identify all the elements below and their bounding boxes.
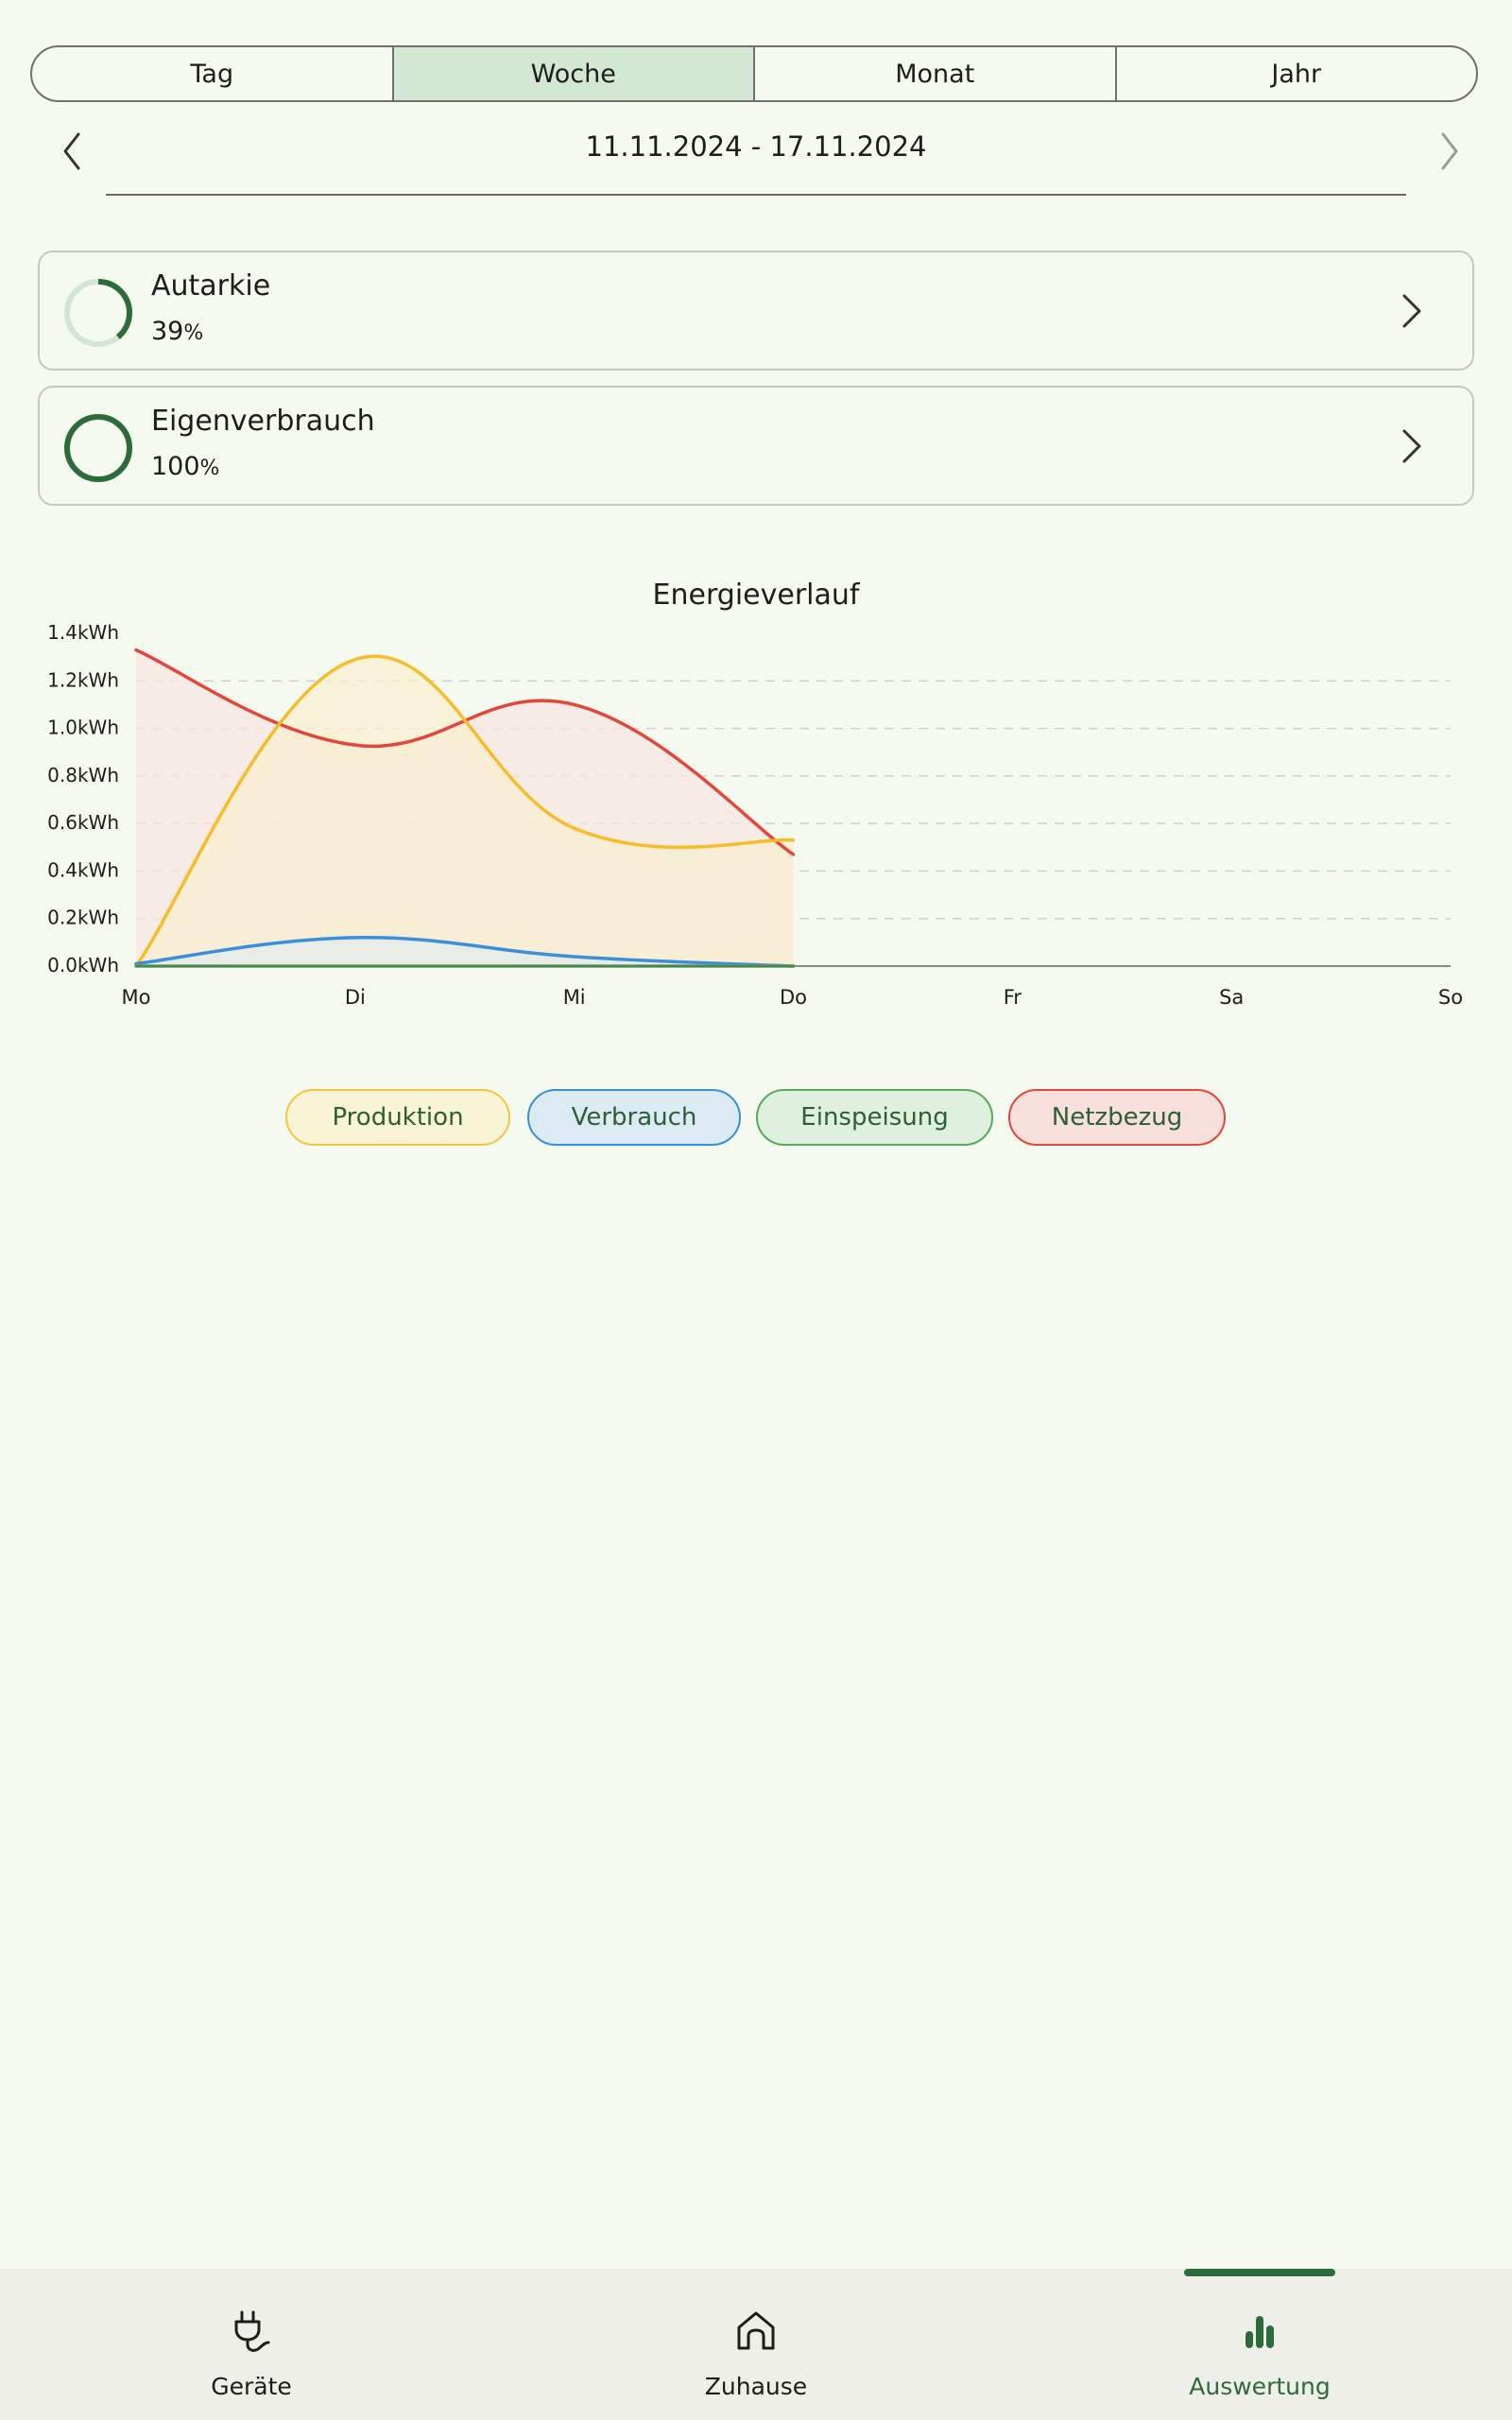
nav-geraete[interactable]: Geräte [129,2269,374,2420]
y-tick-label: 1.4kWh [47,621,119,644]
chart-legend: Produktion Verbrauch Einspeisung Netzbez… [0,1089,1512,1150]
y-tick-label: 0.0kWh [47,954,119,977]
date-navigation: 11.11.2024 - 17.11.2024 [38,121,1474,182]
nav-label-auswertung: Auswertung [1189,2373,1331,2400]
x-tick-label: Mo [122,986,151,1009]
legend-chip-einspeisung[interactable]: Einspeisung [756,1089,993,1146]
home-icon [737,2311,775,2350]
legend-chip-netzbezug[interactable]: Netzbezug [1008,1089,1226,1146]
nav-auswertung[interactable]: Auswertung [1137,2269,1383,2420]
energy-chart: 0.0kWh 0.2kWh 0.4kWh 0.6kWh 0.8kWh 1.0kWh 1.2k… [47,621,1463,1009]
plug-icon [234,2310,270,2352]
nav-label-zuhause: Zuhause [704,2373,808,2400]
legend-chip-verbrauch[interactable]: Verbrauch [527,1089,741,1146]
x-tick-label: Mi [563,986,586,1009]
autarkie-value: 39% [151,317,204,346]
bottom-navigation: Geräte Zuhause Auswertung [0,2269,1512,2420]
eigenverbrauch-value: 100% [151,452,220,481]
chevron-right-icon [1402,429,1421,463]
y-tick-label: 0.6kWh [47,811,119,834]
tab-tag[interactable]: Tag [32,47,394,100]
tab-woche[interactable]: Woche [393,47,755,100]
y-tick-label: 0.2kWh [47,907,119,929]
x-tick-label: Fr [1004,986,1022,1009]
tab-jahr[interactable]: Jahr [1117,47,1477,100]
nav-label-geraete: Geräte [211,2373,292,2400]
date-range-label: 11.11.2024 - 17.11.2024 [585,130,927,163]
next-period-button[interactable] [1425,127,1474,176]
chevron-right-icon [1441,132,1458,170]
y-tick-label: 1.0kWh [47,717,119,739]
x-tick-label: Di [345,986,366,1009]
y-tick-label: 0.4kWh [47,858,119,881]
autarkie-card[interactable]: Autarkie 39% [38,251,1474,371]
period-segmented-control: Tag Woche Monat Jahr [30,45,1478,102]
autarkie-title: Autarkie [151,269,271,302]
nav-zuhause[interactable]: Zuhause [633,2269,879,2420]
eigenverbrauch-title: Eigenverbrauch [151,405,375,438]
eigenverbrauch-card[interactable]: Eigenverbrauch 100% [38,386,1474,506]
date-divider [106,194,1406,196]
autarkie-progress-ring [64,279,132,347]
eigenverbrauch-progress-ring [64,414,132,482]
legend-chip-produktion[interactable]: Produktion [285,1089,510,1146]
y-tick-label: 1.2kWh [47,668,119,691]
chevron-right-icon [1402,294,1421,328]
x-tick-label: Sa [1219,986,1244,1009]
y-tick-label: 0.8kWh [47,764,119,786]
x-tick-label: So [1438,986,1463,1009]
tab-monat[interactable]: Monat [755,47,1117,100]
bar-chart-icon [1246,2316,1274,2348]
x-tick-label: Do [780,986,807,1009]
